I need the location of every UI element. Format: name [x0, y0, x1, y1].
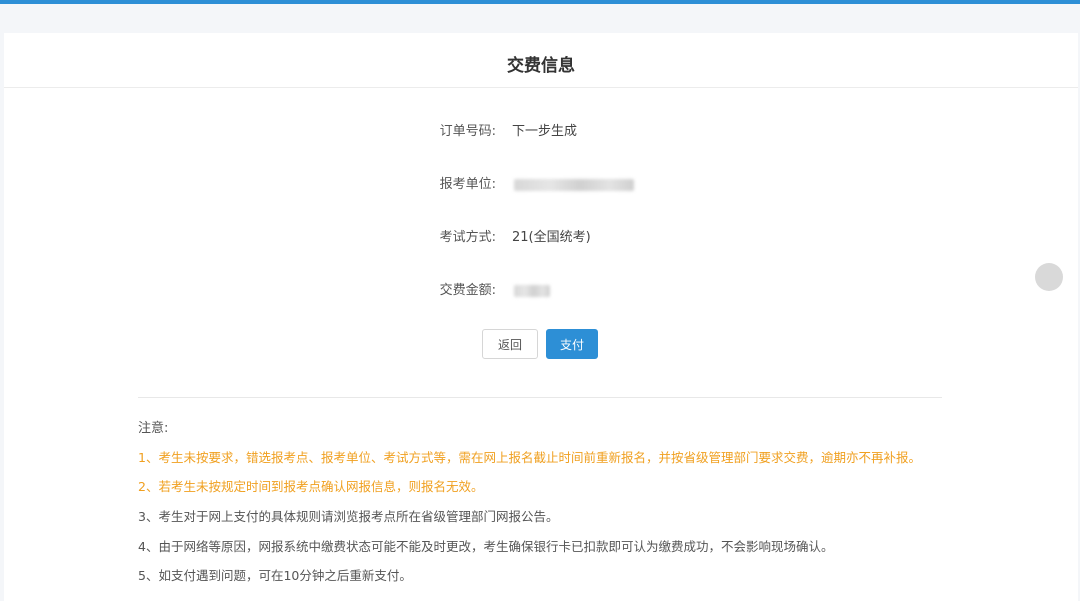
exam-unit-row: 报考单位:: [4, 173, 1078, 197]
section-divider: [138, 397, 942, 398]
note-item-5: 5、如支付遇到问题，可在10分钟之后重新支付。: [138, 568, 412, 583]
payment-amount-row: 交费金额:: [4, 279, 1078, 303]
order-number-label: 订单号码:: [439, 124, 496, 139]
top-accent-bar: [0, 0, 1080, 4]
note-item-4: 4、由于网络等原因，网报系统中缴费状态可能不能及时更改，考生确保银行卡已扣款即可…: [138, 539, 834, 554]
notes-title: 注意:: [138, 421, 169, 436]
exam-unit-value: [514, 173, 634, 200]
pay-button[interactable]: 支付: [546, 329, 598, 359]
exam-unit-label: 报考单位:: [439, 177, 496, 192]
order-number-row: 订单号码: 下一步生成: [4, 120, 1078, 144]
exam-mode-row: 考试方式: 21(全国统考): [4, 226, 1078, 250]
redacted-amount: [514, 285, 550, 297]
order-number-value: 下一步生成: [512, 124, 578, 139]
note-item-1: 1、考生未按要求，错选报考点、报考单位、考试方式等，需在网上报名截止时间前重新报…: [138, 450, 921, 465]
note-item-3: 3、考生对于网上支付的具体规则请浏览报考点所在省级管理部门网报公告。: [138, 509, 559, 524]
payment-amount-label: 交费金额:: [439, 283, 496, 298]
exam-mode-value: 21(全国统考): [512, 230, 591, 245]
floating-scroll-button[interactable]: [1035, 263, 1063, 291]
page-title: 交费信息: [507, 56, 575, 76]
redacted-unit: [514, 179, 634, 191]
payment-info-page: 交费信息 订单号码: 下一步生成 报考单位: 考试方式: 21(全国统考) 交费…: [4, 33, 1078, 601]
note-item-2: 2、若考生未按规定时间到报考点确认网报信息，则报名无效。: [138, 479, 484, 494]
back-button[interactable]: 返回: [482, 329, 538, 359]
page-header: 交费信息: [4, 33, 1078, 88]
payment-amount-value: [514, 279, 550, 306]
exam-mode-label: 考试方式:: [439, 230, 496, 245]
